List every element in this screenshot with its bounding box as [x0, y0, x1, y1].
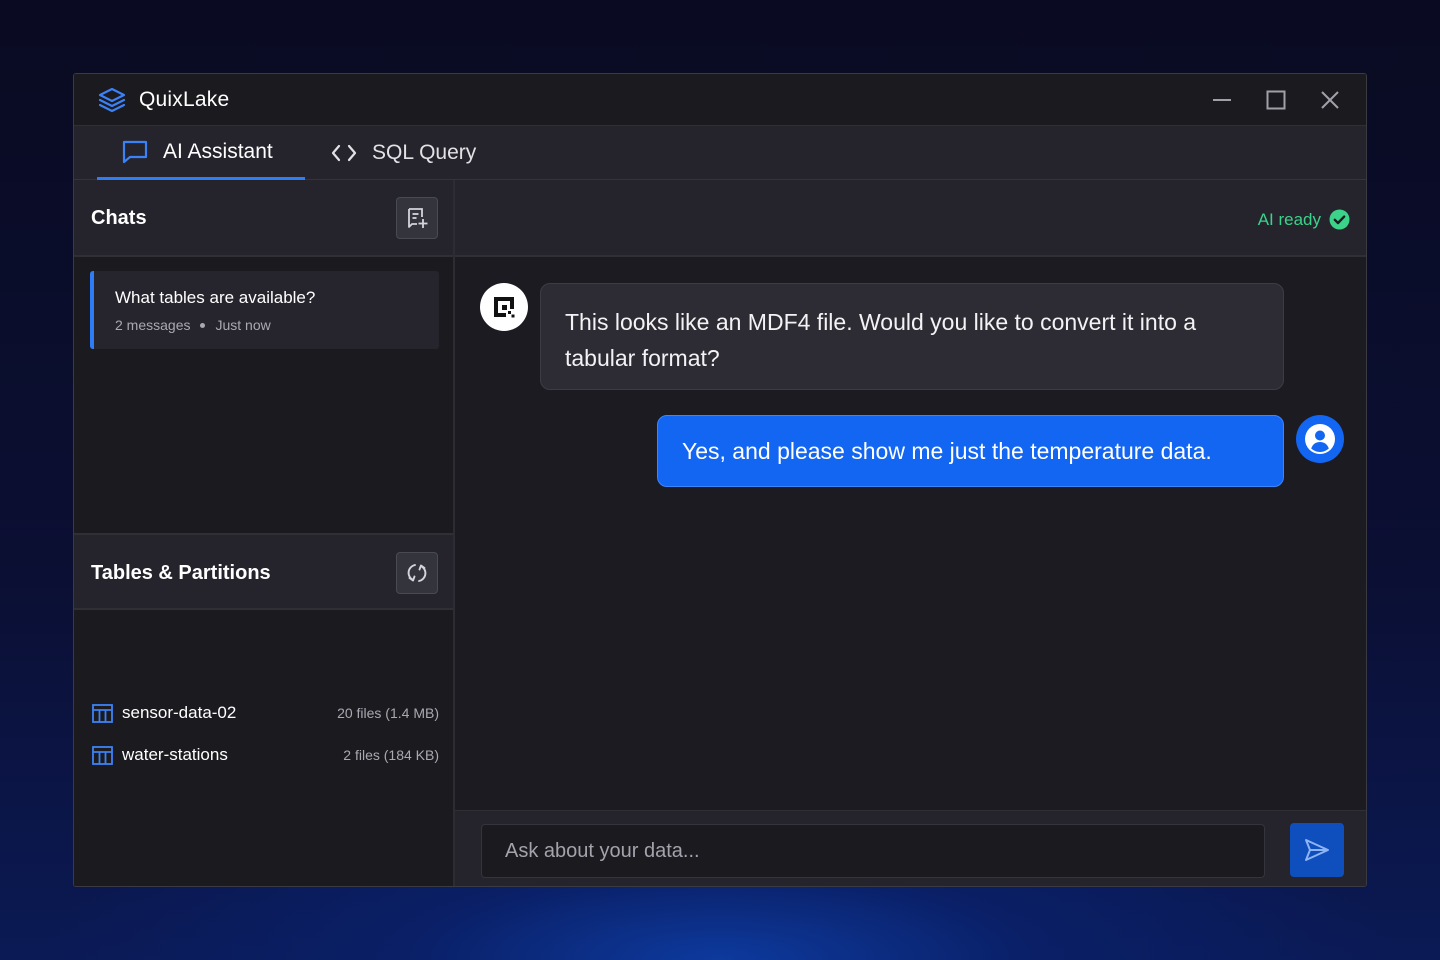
refresh-icon — [407, 564, 427, 582]
chats-title: Chats — [91, 207, 147, 229]
chat-timestamp: Just now — [215, 317, 271, 333]
user-avatar — [1296, 415, 1344, 463]
app-window: QuixLake AI Assistant SQL Query Chats Wh… — [73, 73, 1367, 887]
app-title: QuixLake — [139, 88, 230, 111]
tab-ai-assistant[interactable]: AI Assistant — [97, 126, 305, 180]
send-icon — [1305, 839, 1329, 861]
chats-header: Chats — [74, 180, 453, 257]
title-bar: QuixLake — [74, 74, 1366, 126]
table-icon — [92, 745, 113, 765]
table-size: 2 files (184 KB) — [343, 747, 439, 763]
chat-list-item[interactable]: What tables are available? 2 messages Ju… — [90, 271, 439, 349]
chat-input[interactable] — [481, 824, 1265, 878]
table-item-water-stations[interactable]: water-stations 2 files (184 KB) — [92, 740, 439, 770]
chat-item-title: What tables are available? — [115, 288, 316, 307]
chat-panel: AI ready This looks like an MDF4 file. W… — [455, 180, 1366, 886]
separator-dot — [200, 322, 206, 328]
code-brackets-icon — [331, 144, 357, 162]
chat-header: AI ready — [455, 180, 1366, 257]
assistant-message: This looks like an MDF4 file. Would you … — [540, 283, 1284, 390]
table-name: sensor-data-02 — [122, 703, 237, 722]
table-item-sensor-data-02[interactable]: sensor-data-02 20 files (1.4 MB) — [92, 698, 439, 728]
new-chat-icon — [408, 208, 428, 228]
new-chat-button[interactable] — [396, 197, 438, 239]
table-size: 20 files (1.4 MB) — [337, 705, 439, 721]
composer — [455, 810, 1366, 886]
minimize-icon[interactable] — [1210, 88, 1234, 112]
tables-header: Tables & Partitions — [74, 533, 453, 610]
chat-bubble-icon — [122, 140, 148, 163]
ai-status-text: AI ready — [1257, 209, 1321, 229]
close-icon[interactable] — [1318, 88, 1342, 112]
table-name: water-stations — [122, 745, 228, 764]
maximize-icon[interactable] — [1264, 88, 1288, 112]
assistant-avatar — [480, 283, 528, 331]
tab-bar: AI Assistant SQL Query — [74, 126, 1366, 180]
check-circle-icon — [1329, 209, 1350, 230]
refresh-button[interactable] — [396, 552, 438, 594]
send-button[interactable] — [1290, 823, 1344, 877]
user-circle-icon — [1305, 424, 1335, 454]
tab-label: SQL Query — [372, 141, 477, 164]
sidebar: Chats What tables are available? 2 messa… — [74, 180, 455, 886]
tab-label: AI Assistant — [163, 139, 273, 163]
chat-message-count: 2 messages — [115, 317, 191, 333]
layers-logo-icon — [98, 87, 126, 113]
tab-sql-query[interactable]: SQL Query — [330, 126, 500, 180]
chat-item-meta: 2 messages Just now — [115, 317, 271, 333]
ai-status: AI ready — [1258, 209, 1350, 230]
tables-title: Tables & Partitions — [91, 562, 271, 584]
table-icon — [92, 703, 113, 723]
bot-logo-icon — [494, 297, 515, 318]
user-message: Yes, and please show me just the tempera… — [657, 415, 1284, 487]
